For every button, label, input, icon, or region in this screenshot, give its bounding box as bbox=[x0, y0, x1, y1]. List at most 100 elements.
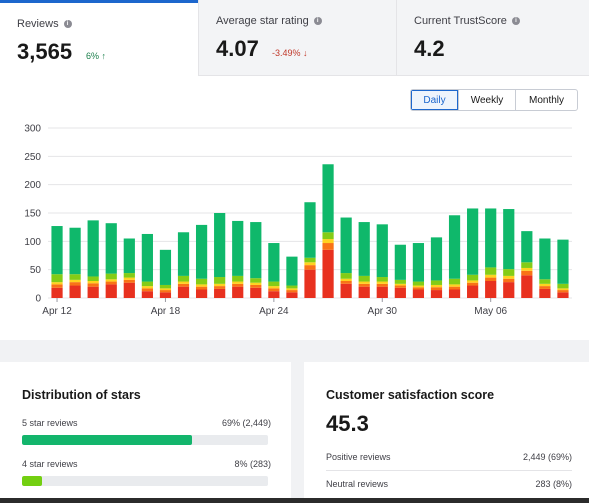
tab-average-star-rating[interactable]: Average star rating i 4.07 -3.49% ↓ bbox=[198, 0, 396, 76]
bar-segment bbox=[557, 288, 569, 291]
bar-segment bbox=[503, 278, 515, 283]
four-star-value: 8% (283) bbox=[234, 459, 271, 469]
bar-segment bbox=[159, 249, 172, 285]
bar-segment bbox=[412, 289, 425, 298]
bar-segment bbox=[69, 285, 81, 298]
average-rating-change: -3.49% ↓ bbox=[272, 48, 308, 58]
bar-segment bbox=[51, 282, 63, 285]
bar-segment bbox=[87, 276, 99, 281]
bar-segment bbox=[69, 279, 81, 283]
tab-label: Average star rating bbox=[216, 15, 309, 27]
bar-segment bbox=[467, 285, 479, 298]
daily-button[interactable]: Daily bbox=[411, 90, 458, 110]
bar-segment bbox=[51, 287, 63, 298]
bar-segment bbox=[557, 292, 569, 298]
monthly-button[interactable]: Monthly bbox=[515, 90, 577, 110]
distribution-card: Distribution of stars 5 star reviews 69%… bbox=[0, 362, 291, 503]
y-tick-label: 200 bbox=[24, 180, 41, 191]
bar-segment bbox=[69, 274, 81, 280]
y-tick-label: 150 bbox=[24, 209, 41, 220]
bar-segment bbox=[485, 208, 497, 268]
five-star-value: 69% (2,449) bbox=[221, 418, 271, 428]
bar-segment bbox=[232, 286, 244, 298]
bar-segment bbox=[358, 283, 370, 287]
bar-segment bbox=[430, 290, 443, 298]
bar-segment bbox=[250, 284, 262, 288]
bar-segment bbox=[141, 286, 153, 289]
bar-segment bbox=[448, 278, 461, 285]
y-tick-label: 250 bbox=[24, 152, 41, 163]
bar-segment bbox=[376, 286, 388, 298]
bar-segment bbox=[159, 292, 172, 298]
bar-segment bbox=[177, 283, 190, 287]
bar-segment bbox=[214, 277, 226, 284]
positive-reviews-label: Positive reviews bbox=[326, 452, 391, 462]
bar-segment bbox=[123, 279, 135, 283]
bar-segment bbox=[503, 269, 515, 276]
info-icon[interactable]: i bbox=[63, 20, 72, 28]
bar-segment bbox=[123, 282, 135, 298]
bar-segment bbox=[177, 286, 190, 298]
bar-segment bbox=[250, 278, 262, 283]
bar-segment bbox=[123, 277, 135, 280]
bar-segment bbox=[105, 223, 117, 274]
bar-segment bbox=[430, 280, 443, 285]
bar-segment bbox=[177, 232, 190, 276]
window-bottom-edge bbox=[0, 498, 589, 503]
bar-segment bbox=[304, 202, 316, 258]
bar-segment bbox=[358, 281, 370, 284]
bar-segment bbox=[412, 243, 425, 282]
trustscore-value: 4.2 bbox=[414, 36, 445, 61]
bar-segment bbox=[141, 233, 153, 282]
y-tick-label: 100 bbox=[24, 237, 41, 248]
bar-segment bbox=[448, 284, 461, 287]
neutral-reviews-value: 283 (8%) bbox=[535, 478, 572, 489]
x-tick-label: Apr 30 bbox=[368, 306, 398, 317]
bar-segment bbox=[304, 265, 316, 270]
bar-segment bbox=[448, 289, 461, 298]
bar-segment bbox=[87, 286, 99, 298]
reviews-value: 3,565 bbox=[17, 39, 73, 64]
bar-segment bbox=[521, 231, 533, 263]
bar-segment bbox=[304, 257, 316, 263]
bar-segment bbox=[69, 282, 81, 286]
bar-segment bbox=[430, 284, 443, 288]
info-icon[interactable]: i bbox=[511, 17, 520, 25]
distribution-title: Distribution of stars bbox=[22, 388, 141, 402]
bar-segment bbox=[69, 227, 81, 275]
bar-segment bbox=[195, 286, 208, 290]
metric-tabs: Reviews i 3,565 6% ↑ Average star rating i… bbox=[0, 0, 589, 76]
weekly-button[interactable]: Weekly bbox=[458, 90, 515, 110]
y-tick-label: 0 bbox=[35, 294, 41, 305]
y-tick-label: 300 bbox=[24, 124, 41, 135]
tab-current-trustscore[interactable]: Current TrustScore i 4.2 bbox=[396, 0, 589, 76]
bar-segment bbox=[250, 282, 262, 285]
bar-segment bbox=[539, 283, 551, 287]
info-icon[interactable]: i bbox=[313, 17, 322, 25]
trend-panel: Reviews i 3,565 6% ↑ Average star rating i… bbox=[0, 0, 589, 340]
bar-segment bbox=[503, 209, 515, 270]
csat-title: Customer satisfaction score bbox=[326, 388, 495, 402]
bar-segment bbox=[232, 281, 244, 284]
bar-segment bbox=[159, 290, 172, 293]
five-star-label: 5 star reviews bbox=[22, 418, 78, 428]
bar-segment bbox=[467, 282, 479, 286]
bar-segment bbox=[268, 281, 280, 287]
tab-reviews[interactable]: Reviews i 3,565 6% ↑ bbox=[0, 0, 198, 76]
four-star-label: 4 star reviews bbox=[22, 459, 78, 469]
bar-segment bbox=[322, 239, 334, 244]
tab-label: Current TrustScore bbox=[414, 15, 507, 27]
bar-segment bbox=[304, 269, 316, 298]
bar-segment bbox=[539, 238, 551, 280]
bar-segment bbox=[286, 285, 298, 289]
bar-segment bbox=[51, 226, 63, 275]
average-rating-value: 4.07 bbox=[216, 36, 259, 61]
bar-segment bbox=[521, 262, 533, 268]
bar-segment bbox=[105, 273, 117, 280]
bar-segment bbox=[141, 288, 153, 292]
bar-segment bbox=[250, 222, 262, 279]
bar-segment bbox=[232, 283, 244, 287]
bar-segment bbox=[268, 291, 280, 298]
bar-segment bbox=[340, 217, 352, 274]
bar-segment bbox=[159, 284, 172, 289]
